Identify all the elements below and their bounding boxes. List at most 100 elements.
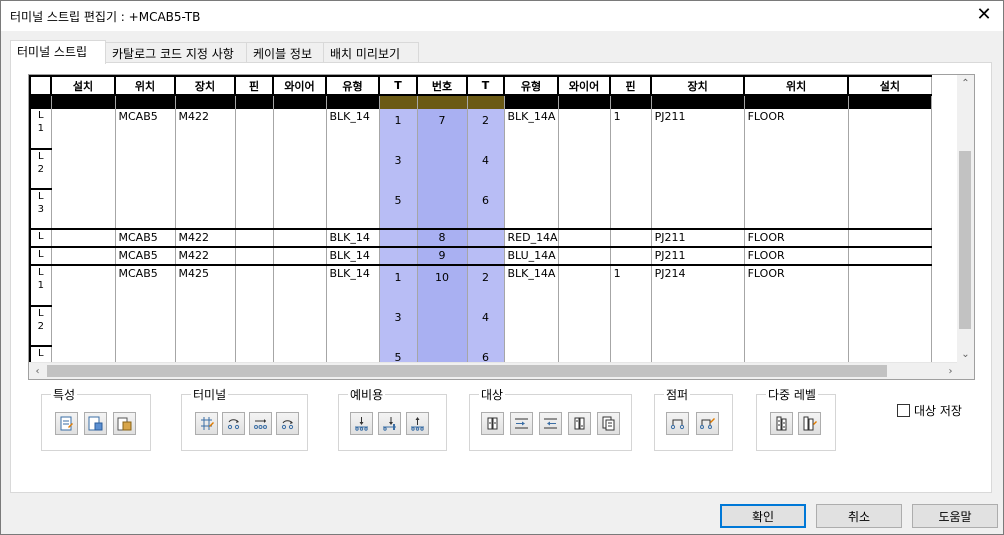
grid-cell[interactable]: [50, 229, 116, 248]
grid-cell[interactable]: [114, 290, 176, 306]
grid-cell[interactable]: 5: [378, 189, 418, 213]
grid-cell[interactable]: [378, 95, 418, 109]
header-corner[interactable]: [29, 75, 52, 96]
table-row[interactable]: [30, 290, 932, 306]
grid-cell[interactable]: [466, 95, 505, 109]
grid-cell[interactable]: MCAB5: [114, 229, 176, 248]
grid-cell[interactable]: [234, 149, 274, 173]
table-row[interactable]: L 2 3 4: [29, 149, 932, 190]
grid-cell[interactable]: [50, 290, 116, 306]
grid-cell[interactable]: [325, 213, 380, 230]
grid-cell[interactable]: [650, 346, 745, 363]
grid-cell[interactable]: [743, 149, 849, 173]
grid-cell[interactable]: [847, 95, 932, 109]
row-level-label[interactable]: L: [29, 247, 52, 266]
grid-cell[interactable]: BLK_14: [325, 229, 380, 248]
grid-cell[interactable]: MCAB5: [114, 265, 176, 290]
table-row[interactable]: L 1 MCAB5 M422 BLK_14 1 7 2 BLK_14A 1 PJ211 FLOOR: [29, 109, 932, 150]
grid-cell[interactable]: [234, 95, 274, 109]
grid-cell[interactable]: [416, 306, 468, 330]
grid-cell[interactable]: [609, 306, 652, 330]
grid-cell[interactable]: [557, 213, 611, 230]
grid-cell[interactable]: [466, 213, 505, 230]
tab-terminal-strip[interactable]: 터미널 스트립: [10, 40, 106, 64]
grid-cell[interactable]: [557, 247, 611, 266]
vertical-scrollbar[interactable]: ⌃ ⌄: [957, 75, 974, 363]
grid-cell[interactable]: [272, 265, 327, 290]
table-row[interactable]: [30, 173, 932, 189]
grid-cell[interactable]: 1: [378, 109, 418, 133]
table-row[interactable]: L MCAB5 M422 BLK_14 8 RED_14A PJ211 FLOOR: [29, 229, 932, 248]
grid-cell[interactable]: [557, 265, 611, 290]
grid-cell[interactable]: [557, 306, 611, 330]
grid-cell[interactable]: [503, 346, 559, 363]
grid-cell[interactable]: [847, 229, 932, 248]
grid-cell[interactable]: [272, 290, 327, 306]
grid-cell[interactable]: [234, 213, 274, 230]
grid-cell[interactable]: [378, 133, 418, 149]
grid-cell[interactable]: [743, 306, 849, 330]
grid-cell[interactable]: [174, 173, 236, 189]
grid-cell[interactable]: [503, 95, 559, 109]
grid-cell[interactable]: [466, 133, 505, 149]
grid-cell[interactable]: [234, 173, 274, 189]
grid-cell[interactable]: [466, 229, 505, 248]
grid-cell[interactable]: [416, 346, 468, 363]
grid-cell[interactable]: [557, 149, 611, 173]
grid-cell[interactable]: [325, 173, 380, 189]
grid-cell[interactable]: [503, 306, 559, 330]
grid-cell[interactable]: BLK_14: [325, 265, 380, 290]
grid-cell[interactable]: BLK_14A: [503, 265, 559, 290]
jumper-edit-icon[interactable]: [696, 412, 719, 435]
grid-cell[interactable]: [609, 247, 652, 266]
grid-cell[interactable]: [503, 189, 559, 213]
grid-cell[interactable]: [650, 173, 745, 189]
grid-cell[interactable]: [743, 346, 849, 363]
table-row[interactable]: [30, 330, 932, 346]
grid-cell[interactable]: FLOOR: [743, 265, 849, 290]
grid-cell[interactable]: [378, 330, 418, 346]
grid-cell[interactable]: [114, 173, 176, 189]
grid-cell[interactable]: 2: [466, 265, 505, 290]
rotate-terminal-icon[interactable]: [276, 412, 299, 435]
grid-cell[interactable]: [743, 330, 849, 346]
destination-icon[interactable]: [481, 412, 504, 435]
grid-cell[interactable]: 3: [378, 149, 418, 173]
grid-cell[interactable]: 7: [416, 109, 468, 133]
grid-cell[interactable]: 6: [466, 189, 505, 213]
grid-cell[interactable]: [378, 213, 418, 230]
grid-cell[interactable]: [557, 290, 611, 306]
horizontal-scrollbar[interactable]: ‹ ›: [29, 362, 959, 379]
grid-cell[interactable]: [325, 133, 380, 149]
grid-cell[interactable]: [466, 173, 505, 189]
table-row[interactable]: L 2 3 4: [29, 306, 932, 347]
terminal-edit-icon[interactable]: [195, 412, 218, 435]
cancel-button[interactable]: 취소: [816, 504, 902, 528]
grid-cell[interactable]: MCAB5: [114, 109, 176, 133]
grid-cell[interactable]: [50, 346, 116, 363]
help-button[interactable]: 도움말: [912, 504, 998, 528]
grid-cell[interactable]: [847, 213, 932, 230]
grid-cell[interactable]: BLK_14: [325, 247, 380, 266]
grid-cell[interactable]: [114, 330, 176, 346]
grid-cell[interactable]: BLU_14A: [503, 247, 559, 266]
grid-cell[interactable]: [174, 290, 236, 306]
column-header[interactable]: T: [378, 75, 418, 96]
grid-cell[interactable]: [743, 290, 849, 306]
grid-cell[interactable]: [650, 133, 745, 149]
scroll-up-icon[interactable]: ⌃: [957, 75, 974, 92]
table-row[interactable]: L MCAB5 M422 BLK_14 9 BLU_14A PJ211 FLOOR: [29, 247, 932, 266]
scroll-down-icon[interactable]: ⌄: [957, 346, 974, 363]
grid-cell[interactable]: [114, 133, 176, 149]
row-level-label[interactable]: L 2: [29, 306, 52, 347]
grid-cell[interactable]: 3: [378, 306, 418, 330]
spare-insert-icon[interactable]: [378, 412, 401, 435]
grid-cell[interactable]: [234, 189, 274, 213]
grid-cell[interactable]: [174, 346, 236, 363]
grid-cell[interactable]: [50, 95, 116, 109]
grid-cell[interactable]: [557, 189, 611, 213]
save-destination-checkbox[interactable]: 대상 저장: [897, 402, 962, 419]
grid-cell[interactable]: PJ211: [650, 247, 745, 266]
grid-cell[interactable]: MCAB5: [114, 247, 176, 266]
column-header[interactable]: 번호: [416, 75, 468, 96]
